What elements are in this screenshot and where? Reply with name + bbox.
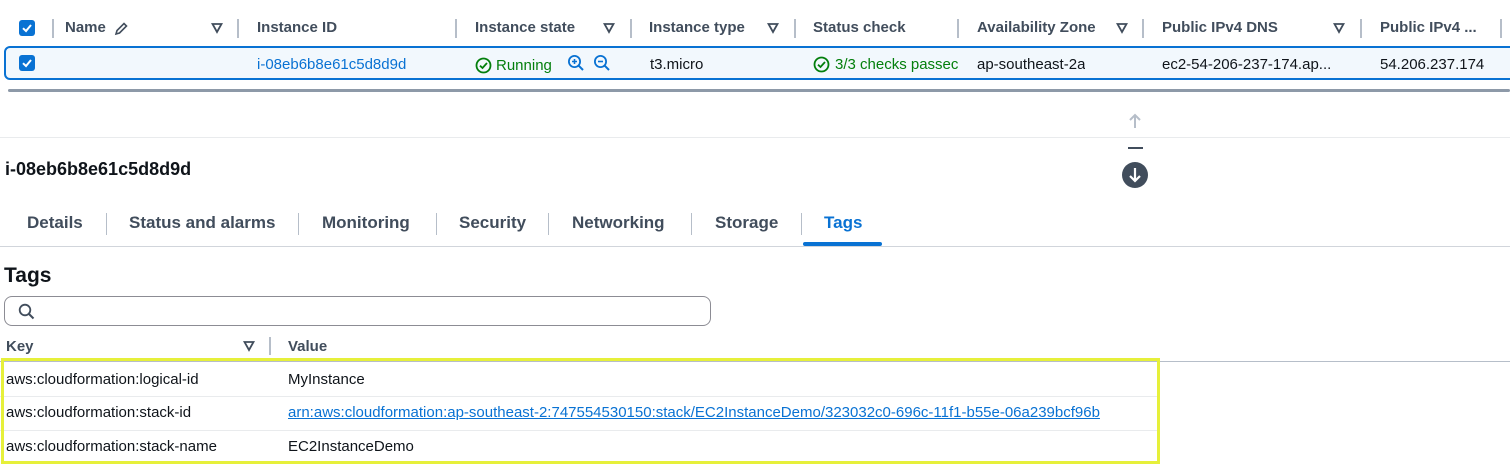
column-header-key[interactable]: Key [6, 337, 34, 357]
tab-security[interactable]: Security [459, 205, 526, 243]
column-divider[interactable] [1142, 19, 1144, 38]
zoom-out-icon[interactable] [593, 54, 611, 72]
column-divider[interactable] [1360, 19, 1362, 38]
page-title: i-08eb6b8e61c5d8d9d [5, 159, 192, 179]
column-header-availability-zone[interactable]: Availability Zone [977, 10, 1096, 46]
check-icon [22, 59, 32, 68]
sort-caret-icon[interactable] [767, 22, 779, 34]
success-check-circle-icon [475, 57, 492, 74]
sort-caret-icon[interactable] [603, 22, 615, 34]
column-header-instance-type[interactable]: Instance type [649, 10, 745, 46]
column-divider[interactable] [1500, 19, 1502, 38]
column-divider[interactable] [52, 19, 54, 38]
arrow-up-icon [1129, 113, 1141, 128]
horizontal-scrollbar[interactable] [8, 89, 1510, 92]
column-divider[interactable] [630, 19, 632, 38]
tab-divider [436, 213, 437, 235]
tab-divider [106, 213, 107, 235]
column-header-public-ip[interactable]: Public IPv4 ... [1380, 10, 1477, 46]
status-check-value: 3/3 checks passec [835, 56, 959, 73]
instances-table-header: Name Instance ID Instance state Instance… [0, 10, 1510, 46]
sort-caret-icon[interactable] [1333, 22, 1345, 34]
tab-tags[interactable]: Tags [824, 205, 862, 243]
column-header-public-dns[interactable]: Public IPv4 DNS [1162, 10, 1278, 46]
column-header-status-check[interactable]: Status check [813, 10, 906, 46]
tags-search-input[interactable] [43, 301, 697, 323]
tags-section-title: Tags [4, 264, 52, 287]
availability-zone-value: ap-southeast-2a [977, 56, 1086, 73]
tab-storage[interactable]: Storage [715, 205, 778, 243]
arrow-down-icon [1129, 168, 1141, 183]
instance-type-value: t3.micro [650, 56, 704, 73]
select-all-checkbox[interactable] [19, 20, 35, 36]
column-header-name[interactable]: Name [65, 10, 106, 46]
tab-networking[interactable]: Networking [572, 205, 665, 243]
details-tabs: Details Status and alarms Monitoring Sec… [0, 205, 1510, 247]
tab-divider [801, 213, 802, 235]
column-divider[interactable] [957, 19, 959, 38]
row-checkbox[interactable] [19, 55, 35, 71]
column-header-instance-id[interactable]: Instance ID [257, 10, 337, 46]
highlight-box [1, 358, 1160, 464]
resize-handle[interactable] [1128, 147, 1143, 149]
tags-search-box[interactable] [4, 296, 711, 326]
active-tab-indicator [803, 242, 882, 246]
tab-details[interactable]: Details [27, 205, 83, 243]
column-header-instance-state[interactable]: Instance state [475, 10, 575, 46]
instance-id-link[interactable]: i-08eb6b8e61c5d8d9d [257, 48, 406, 82]
public-ip-value: 54.206.237.174 [1380, 56, 1485, 73]
column-header-value: Value [288, 338, 328, 355]
pencil-icon[interactable] [114, 21, 129, 36]
tab-divider [548, 213, 549, 235]
public-dns-value: ec2-54-206-237-174.ap... [1162, 56, 1332, 73]
column-divider[interactable] [269, 337, 271, 355]
split-panel-divider [0, 137, 1510, 138]
zoom-in-icon[interactable] [567, 54, 585, 72]
tab-divider [691, 213, 692, 235]
expand-up-button[interactable] [1123, 109, 1147, 133]
collapse-down-button[interactable] [1122, 162, 1148, 188]
sort-caret-icon[interactable] [243, 340, 255, 352]
check-icon [22, 24, 32, 33]
search-icon [18, 303, 35, 320]
tab-divider [298, 213, 299, 235]
column-divider[interactable] [455, 19, 457, 38]
instance-state-value: Running [496, 57, 552, 74]
sort-caret-icon[interactable] [1116, 22, 1128, 34]
table-row[interactable]: i-08eb6b8e61c5d8d9d Running t3.micro 3/3… [4, 46, 1510, 80]
tab-status-and-alarms[interactable]: Status and alarms [129, 205, 275, 243]
column-divider[interactable] [794, 19, 796, 38]
success-check-circle-icon [813, 56, 830, 73]
sort-caret-icon[interactable] [211, 22, 223, 34]
tab-monitoring[interactable]: Monitoring [322, 205, 410, 243]
column-divider[interactable] [237, 19, 239, 38]
